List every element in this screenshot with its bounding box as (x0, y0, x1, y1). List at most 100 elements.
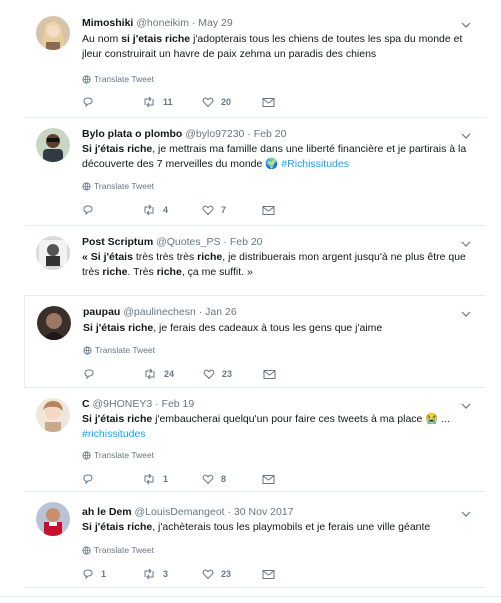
text-segment: , ça me suffit. » (181, 266, 253, 278)
handle[interactable]: @Quotes_PS (156, 236, 220, 248)
reply-button[interactable] (82, 204, 142, 216)
tweet-paupau[interactable]: paupau @paulinechesn · Jan 26 Si j'étais… (24, 296, 486, 388)
chevron-down-icon[interactable] (460, 19, 472, 31)
tweet-mimoshiki[interactable]: Mimoshiki @honeikim · May 29 Au nom si j… (24, 0, 486, 118)
avatar[interactable] (36, 502, 70, 536)
message-button[interactable] (262, 474, 322, 485)
avatar[interactable] (36, 128, 70, 162)
translate-label: Translate Tweet (94, 74, 155, 84)
avatar[interactable] (36, 16, 70, 50)
message-button[interactable] (262, 97, 322, 108)
display-name[interactable]: Post Scriptum (82, 236, 153, 248)
display-name[interactable]: C (82, 398, 90, 410)
globe-icon (82, 181, 91, 191)
retweet-button[interactable]: 3 (142, 568, 202, 580)
retweet-icon (145, 368, 155, 380)
handle[interactable]: @9HONEY3 (93, 398, 153, 410)
avatar[interactable] (36, 398, 70, 432)
retweet-button[interactable]: 11 (142, 96, 202, 108)
timestamp[interactable]: Feb 20 (254, 128, 287, 140)
like-button[interactable]: 8 (202, 473, 262, 485)
timestamp[interactable]: Feb 19 (162, 398, 195, 410)
translate-tweet[interactable]: Translate Tweet (82, 74, 154, 84)
globe-icon (82, 545, 91, 555)
message-icon (262, 97, 275, 107)
tweet-header: C @9HONEY3 · Feb 19 (82, 398, 194, 411)
avatar[interactable] (36, 236, 70, 270)
like-count: 7 (221, 205, 227, 215)
like-count: 23 (221, 569, 232, 579)
tweet-actions: 11 20 (82, 96, 322, 108)
translate-tweet[interactable]: Translate Tweet (82, 545, 154, 555)
like-icon (202, 474, 214, 485)
handle[interactable]: @honeikim (136, 17, 189, 29)
display-name[interactable]: paupau (83, 306, 120, 318)
retweet-count: 24 (164, 369, 175, 379)
reply-button[interactable] (83, 368, 143, 380)
tweet-ah-le-dem[interactable]: ah le Dem @LouisDemangeot · 30 Nov 2017 … (24, 492, 486, 588)
retweet-icon (144, 96, 154, 108)
handle[interactable]: @LouisDemangeot (135, 506, 225, 518)
tweet-header: Bylo plata o plombo @bylo97230 · Feb 20 (82, 128, 286, 141)
translate-tweet[interactable]: Translate Tweet (83, 345, 155, 355)
chevron-down-icon[interactable] (460, 130, 472, 142)
like-button[interactable]: 23 (202, 568, 262, 580)
tweet-c[interactable]: C @9HONEY3 · Feb 19 Si j'étais riche j'e… (24, 388, 486, 492)
reply-button[interactable] (82, 96, 142, 108)
tweet-header: ah le Dem @LouisDemangeot · 30 Nov 2017 (82, 506, 293, 519)
translate-label: Translate Tweet (95, 345, 156, 355)
hashtag-link[interactable]: #richissitudes (82, 428, 146, 440)
timestamp[interactable]: Jan 26 (205, 306, 237, 318)
separator-dot: · (227, 506, 232, 518)
text-bold: riche (197, 251, 223, 263)
text-segment: ... (438, 413, 451, 425)
retweet-icon (144, 473, 154, 485)
retweet-count: 1 (163, 474, 169, 484)
retweet-button[interactable]: 4 (142, 204, 202, 216)
like-icon (202, 569, 214, 580)
reply-button[interactable] (82, 473, 142, 485)
text-bold: « Si j'étais (82, 251, 136, 263)
retweet-button[interactable]: 1 (142, 473, 202, 485)
like-count: 20 (221, 97, 232, 107)
tweet-actions: 24 23 (83, 368, 323, 380)
text-segment: , j'achèterais tous les playmobils et je… (152, 521, 431, 533)
avatar[interactable] (37, 306, 71, 340)
display-name[interactable]: Mimoshiki (82, 17, 133, 29)
timestamp[interactable]: May 29 (198, 17, 232, 29)
message-button[interactable] (262, 569, 322, 580)
retweet-button[interactable]: 24 (143, 368, 203, 380)
chevron-down-icon[interactable] (460, 308, 472, 320)
tweet-post-scriptum[interactable]: Post Scriptum @Quotes_PS · Feb 20 « Si j… (24, 226, 486, 296)
like-button[interactable]: 20 (202, 96, 262, 108)
display-name[interactable]: Bylo plata o plombo (82, 128, 182, 140)
reply-icon (83, 205, 93, 216)
reply-button[interactable]: 1 (82, 568, 142, 580)
earth-emoji: 🌍 (265, 158, 279, 170)
crying-emoji: 😭 (425, 413, 439, 425)
timestamp[interactable]: Feb 20 (230, 236, 263, 248)
message-icon (262, 205, 275, 215)
handle[interactable]: @bylo97230 (185, 128, 244, 140)
translate-tweet[interactable]: Translate Tweet (82, 450, 154, 460)
message-button[interactable] (263, 369, 323, 380)
tweet-header: paupau @paulinechesn · Jan 26 (83, 306, 237, 319)
message-button[interactable] (262, 205, 322, 216)
separator-dot: · (198, 306, 203, 318)
handle[interactable]: @paulinechesn (123, 306, 196, 318)
chevron-down-icon[interactable] (460, 508, 472, 520)
chevron-down-icon[interactable] (460, 400, 472, 412)
retweet-count: 3 (163, 569, 169, 579)
chevron-down-icon[interactable] (460, 238, 472, 250)
message-icon (262, 474, 275, 484)
tweet-bylo[interactable]: Bylo plata o plombo @bylo97230 · Feb 20 … (24, 118, 486, 226)
timestamp[interactable]: 30 Nov 2017 (234, 506, 294, 518)
separator-dot: · (223, 236, 227, 248)
globe-icon (82, 74, 91, 84)
hashtag-link[interactable]: #Richissitudes (278, 158, 349, 170)
like-button[interactable]: 23 (203, 368, 263, 380)
tweet-text: Si j'étais riche, je ferais des cadeaux … (83, 321, 475, 336)
like-button[interactable]: 7 (202, 204, 262, 216)
translate-tweet[interactable]: Translate Tweet (82, 181, 154, 191)
display-name[interactable]: ah le Dem (82, 506, 132, 518)
